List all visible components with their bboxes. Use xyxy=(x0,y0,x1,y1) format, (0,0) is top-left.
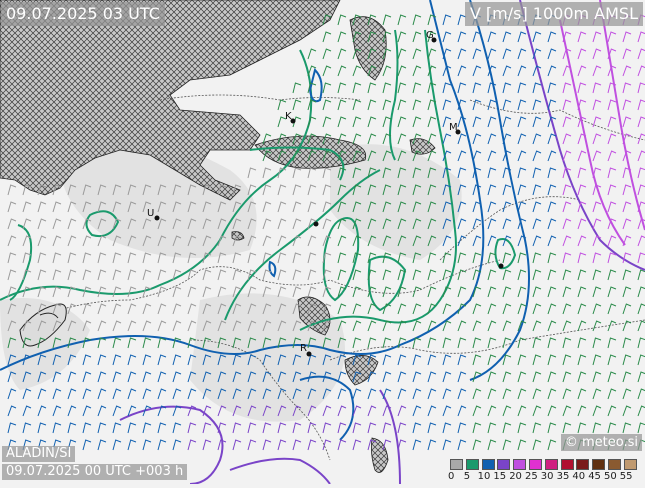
wind-map: G K M U R 09.07.2025 03 UTC V [m/s] 1000… xyxy=(0,0,645,485)
legend-tick: 10 xyxy=(477,471,491,482)
valid-time: 09.07.2025 03 UTC xyxy=(1,2,165,26)
legend-tick: 0 xyxy=(448,471,455,482)
legend-tick: 45 xyxy=(588,471,601,482)
legend-tick: 20 xyxy=(509,471,522,482)
legend-swatch xyxy=(576,459,590,470)
city-label: K xyxy=(285,111,292,122)
legend-tick: 30 xyxy=(540,471,554,482)
legend-swatch xyxy=(497,459,511,470)
legend-tick: 5 xyxy=(463,471,471,482)
legend-tick: 15 xyxy=(493,471,507,482)
field-title: V [m/s] 1000m AMSL xyxy=(464,2,643,26)
legend-tick: 50 xyxy=(604,471,617,482)
legend-swatch xyxy=(623,459,637,470)
city-label: R xyxy=(300,343,307,354)
legend-swatch xyxy=(450,459,463,470)
legend-tick: 40 xyxy=(572,471,586,482)
map-canvas: G K M U R xyxy=(0,0,645,485)
legend-swatch xyxy=(513,459,527,470)
legend-swatch xyxy=(529,459,542,470)
city-label: M xyxy=(449,122,458,133)
run-time: 09.07.2025 00 UTC +003 h xyxy=(2,464,188,480)
city-label: U xyxy=(147,208,154,219)
copyright: © meteo.si xyxy=(560,434,642,451)
color-legend: 0 5 10 15 20 25 30 35 40 45 50 55 xyxy=(448,457,645,484)
legend-swatch xyxy=(592,459,606,470)
legend-swatch xyxy=(465,459,479,470)
legend-swatch xyxy=(481,459,495,470)
legend-tick: 25 xyxy=(525,471,538,482)
city-marker xyxy=(313,221,319,227)
legend-tick: 35 xyxy=(556,471,570,482)
model-name: ALADIN/SI xyxy=(2,446,76,462)
city-label: G xyxy=(426,30,434,41)
legend-swatch xyxy=(608,459,621,470)
city-marker xyxy=(498,263,504,269)
legend-tick: 55 xyxy=(619,471,633,482)
legend-swatch xyxy=(560,459,574,470)
legend-swatch xyxy=(544,459,558,470)
